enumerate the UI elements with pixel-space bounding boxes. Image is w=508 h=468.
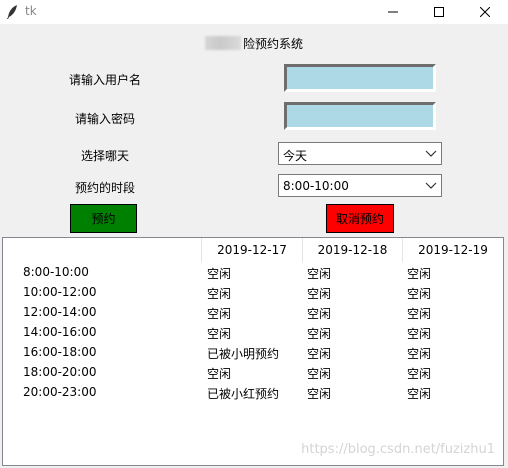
slot-cell: 14:00-16:00 <box>23 325 97 339</box>
status-cell: 已被小红预约 <box>207 387 280 401</box>
status-cell: 空闲 <box>407 327 432 341</box>
table-header-cell[interactable] <box>3 238 202 262</box>
status-cell: 空闲 <box>407 307 432 321</box>
close-button[interactable] <box>462 0 508 24</box>
slot-cell: 20:00-23:00 <box>23 385 97 399</box>
close-icon <box>480 7 490 17</box>
table-header-cell[interactable]: 2019-12-17 <box>202 238 303 262</box>
slot-select[interactable]: 8:00-10:00 <box>278 174 442 197</box>
status-cell: 空闲 <box>407 367 432 381</box>
chevron-down-icon <box>425 182 437 189</box>
minimize-icon <box>388 11 398 13</box>
status-cell: 空闲 <box>307 387 332 401</box>
maximize-button[interactable] <box>416 0 462 24</box>
status-cell: 空闲 <box>407 267 432 281</box>
status-cell: 空闲 <box>307 327 332 341</box>
status-cell: 空闲 <box>407 347 432 361</box>
day-select[interactable]: 今天 <box>278 142 442 165</box>
day-select-value: 今天 <box>283 149 308 163</box>
schedule-table[interactable]: 2019-12-17 2019-12-18 2019-12-19 8:00-10… <box>2 237 504 466</box>
status-cell: 空闲 <box>207 367 232 381</box>
status-cell: 已被小明预约 <box>207 347 280 361</box>
app-heading: 险预约系统 <box>205 34 303 52</box>
maximize-icon <box>434 7 444 17</box>
title-bar: tk <box>0 0 508 24</box>
password-field[interactable] <box>284 102 436 130</box>
username-label: 请输入用户名 <box>68 73 141 87</box>
status-cell: 空闲 <box>407 287 432 301</box>
password-label: 请输入密码 <box>74 112 135 126</box>
status-cell: 空闲 <box>307 367 332 381</box>
minimize-button[interactable] <box>370 0 416 24</box>
slot-cell: 10:00-12:00 <box>23 285 97 299</box>
status-cell: 空闲 <box>407 387 432 401</box>
slot-cell: 12:00-14:00 <box>23 305 97 319</box>
feather-icon <box>7 5 17 19</box>
table-header-cell[interactable]: 2019-12-19 <box>403 238 503 262</box>
app-heading-text: 险预约系统 <box>243 36 304 51</box>
book-button[interactable]: 预约 <box>70 204 137 233</box>
day-label: 选择哪天 <box>80 149 129 163</box>
status-cell: 空闲 <box>307 307 332 321</box>
slot-cell: 8:00-10:00 <box>23 265 89 279</box>
username-field[interactable] <box>284 64 436 92</box>
status-cell: 空闲 <box>307 347 332 361</box>
status-cell: 空闲 <box>207 307 232 321</box>
slot-cell: 18:00-20:00 <box>23 365 97 379</box>
status-cell: 空闲 <box>207 267 232 281</box>
status-cell: 空闲 <box>307 267 332 281</box>
status-cell: 空闲 <box>207 327 232 341</box>
slot-label: 预约的时段 <box>74 181 135 195</box>
watermark-text: https://blog.csdn.net/fuzizhu1 <box>301 442 495 457</box>
chevron-down-icon <box>425 150 437 157</box>
slot-select-value: 8:00-10:00 <box>283 179 349 193</box>
table-header-cell[interactable]: 2019-12-18 <box>303 238 403 262</box>
redacted-text <box>205 36 241 50</box>
slot-cell: 16:00-18:00 <box>23 345 97 359</box>
status-cell: 空闲 <box>207 287 232 301</box>
status-cell: 空闲 <box>307 287 332 301</box>
window-title: tk <box>25 4 37 18</box>
cancel-booking-button[interactable]: 取消预约 <box>326 204 394 233</box>
